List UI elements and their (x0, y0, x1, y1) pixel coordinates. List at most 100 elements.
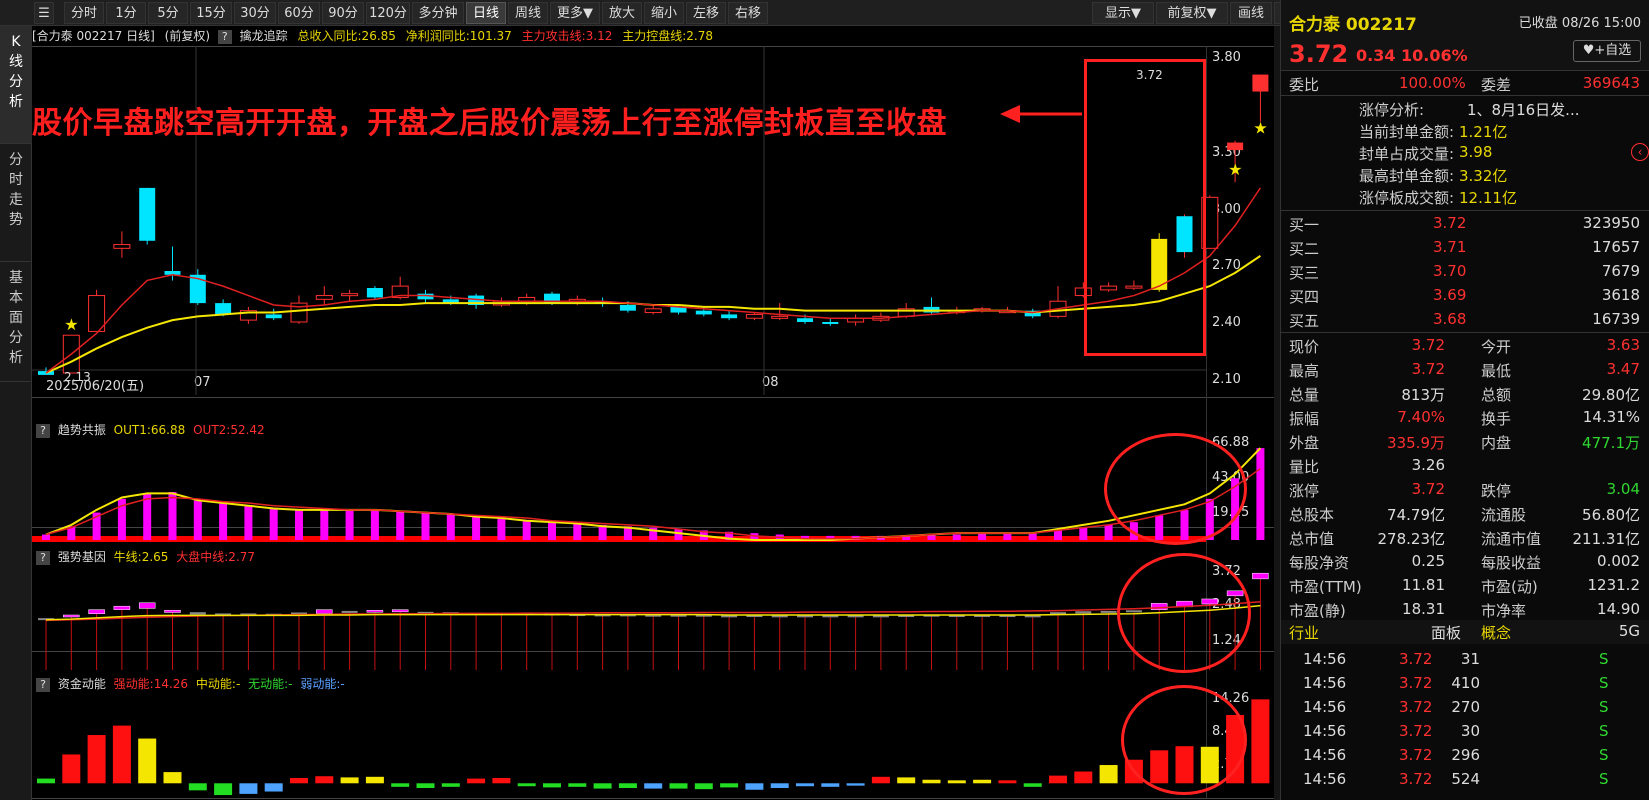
money-bar (745, 783, 764, 790)
money-bar (770, 783, 789, 788)
candle-body (139, 187, 156, 241)
trend-bar (548, 522, 556, 540)
money-bar (593, 783, 612, 789)
divider (1281, 95, 1649, 96)
trend-bar (522, 520, 531, 540)
concept-value[interactable]: 5G (1619, 622, 1640, 640)
tick-price: 3.72 (1399, 722, 1433, 740)
trend-bar (978, 533, 987, 540)
stat-value: 3.72 (1411, 480, 1445, 498)
trend-bar (1104, 524, 1113, 540)
bid-row: 买四 3.69 3618 (1281, 284, 1649, 308)
stat-label: 总股本 (1289, 506, 1335, 524)
trend-bar (1003, 533, 1012, 540)
add-watchlist-button[interactable]: ♥+自选 (1573, 40, 1641, 62)
money-bar (188, 783, 207, 791)
trend-bar (42, 534, 50, 540)
tick-side: S (1599, 674, 1609, 692)
stat-row: 外盘 335.9万 内盘 477.1万 (1281, 430, 1649, 454)
candle-body (771, 315, 789, 319)
trend-bar (674, 529, 683, 540)
trend-bar (573, 523, 582, 540)
tick-volume: 270 (1451, 698, 1480, 716)
limit-label: 涨停分析: (1359, 101, 1425, 119)
tick-time: 14:56 (1303, 722, 1347, 740)
stat-value: 18.31 (1402, 600, 1445, 618)
trend-bar (1028, 533, 1037, 540)
tick-volume: 30 (1460, 722, 1480, 740)
app-root: ☰ 分时 1分 5分 15分 30分 60分 90分 120分 多分钟 日线 周线 更多▼ 放大 缩小 左移… (0, 0, 1649, 800)
trend-bar (295, 509, 303, 540)
trend-bar (219, 502, 228, 540)
last-price: 3.72 (1289, 40, 1349, 68)
industry-value[interactable]: 面板 (1431, 622, 1461, 643)
collapse-arrow-icon[interactable]: ‹ (1631, 143, 1649, 161)
money-bar (947, 780, 966, 784)
stat-label: 涨停 (1289, 482, 1320, 500)
stat-row: 总股本 74.79亿 流通股 56.80亿 (1281, 502, 1649, 526)
bid-volume: 323950 (1582, 214, 1640, 232)
candle-body (341, 293, 359, 297)
highlight-ellipse (1117, 553, 1251, 673)
candle-body (1252, 74, 1269, 92)
money-bar (720, 783, 739, 788)
bid-price: 3.70 (1433, 262, 1467, 280)
tick-price: 3.72 (1399, 770, 1433, 788)
money-bar (340, 777, 359, 784)
stat-value: 14.90 (1597, 600, 1640, 618)
trend-bar (396, 511, 405, 540)
money-bar (922, 779, 941, 784)
stat-row: 市盈(静) 18.31 市净率 14.90 (1281, 598, 1649, 622)
tick-volume: 31 (1460, 650, 1480, 668)
candle-body (315, 295, 333, 300)
highlight-ellipse (1104, 433, 1247, 545)
stat-value: 3.04 (1606, 480, 1640, 498)
money-bar (492, 777, 511, 784)
money-bar (1074, 771, 1093, 784)
trend-bar (446, 513, 455, 540)
bid-volume: 17657 (1592, 238, 1640, 256)
money-bar (441, 783, 460, 787)
candle-body (644, 308, 662, 314)
money-bar (416, 783, 435, 788)
bid-row: 买三 3.70 7679 (1281, 260, 1649, 284)
money-bar (694, 783, 713, 790)
tick-row: 14:56 3.72 270 S (1281, 696, 1649, 720)
concept-label: 概念 (1481, 624, 1512, 642)
trend-bar (1079, 527, 1088, 540)
money-bar (1023, 783, 1042, 787)
stat-value: 11.81 (1402, 576, 1445, 594)
bid-price: 3.72 (1433, 214, 1467, 232)
stat-label: 今开 (1481, 338, 1512, 356)
stat-label: 总市值 (1289, 530, 1335, 548)
stat-label: 量比 (1289, 458, 1320, 476)
tick-row: 14:56 3.72 524 S (1281, 768, 1649, 792)
trend-bar (1256, 448, 1265, 540)
weicha-value: 369643 (1582, 74, 1640, 92)
trend-bar (244, 505, 253, 540)
stat-value: 211.31亿 (1572, 530, 1641, 548)
tick-price: 3.72 (1399, 698, 1433, 716)
trend-bar (168, 492, 177, 540)
tick-time: 14:56 (1303, 674, 1347, 692)
tick-price: 3.72 (1399, 746, 1433, 764)
limit-value: 3.32亿 (1459, 167, 1508, 185)
stat-value: 1231.2 (1587, 576, 1641, 594)
stat-row: 涨停 3.72 跌停 3.04 (1281, 478, 1649, 502)
money-bar (290, 777, 308, 784)
money-bar (37, 778, 55, 784)
limit-value: 3.98 (1459, 143, 1493, 161)
money-bar (62, 754, 81, 784)
money-bar (214, 783, 233, 796)
stat-label: 内盘 (1481, 434, 1512, 452)
candle-body (366, 288, 383, 298)
stat-row: 现价 3.72 今开 3.63 (1281, 334, 1649, 358)
weibi-label: 委比 (1289, 76, 1320, 94)
strong-box (164, 610, 181, 613)
tick-time: 14:56 (1303, 746, 1347, 764)
money-bar (365, 776, 384, 784)
money-bar (467, 778, 486, 784)
strong-box (113, 605, 131, 610)
limit-label: 当前封单金额: (1359, 123, 1455, 141)
stat-value: 14.31% (1582, 408, 1640, 426)
